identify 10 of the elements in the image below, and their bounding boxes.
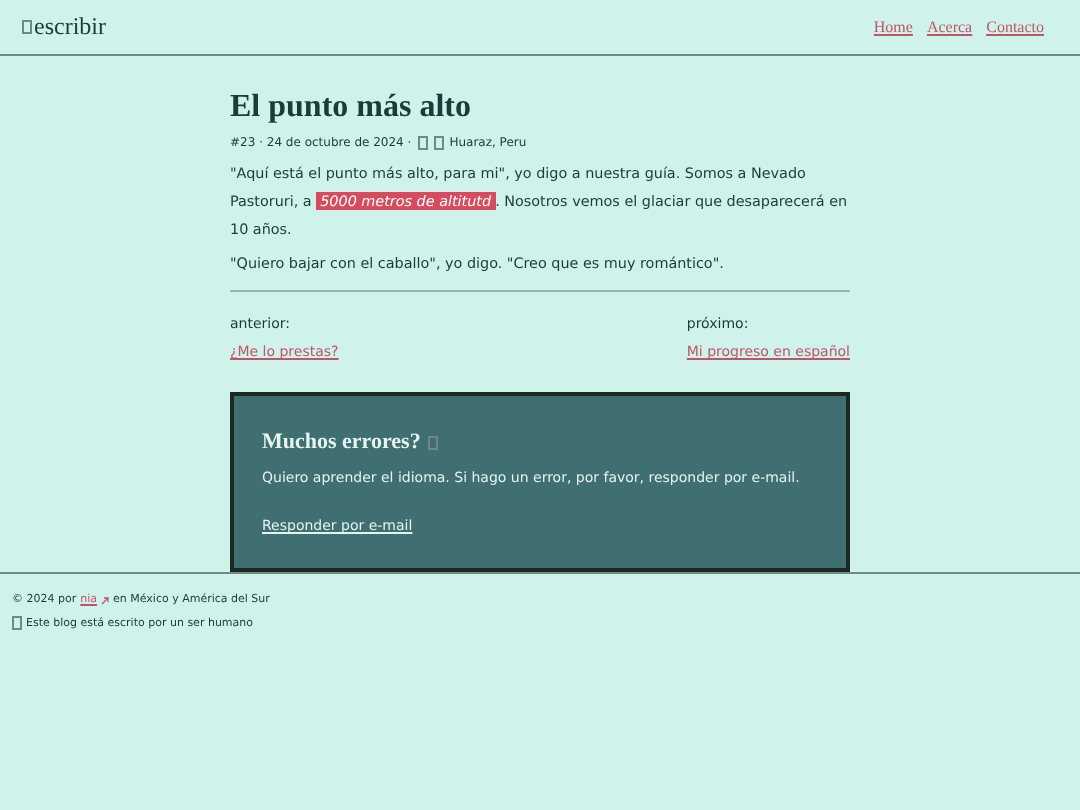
nav-link[interactable]: Contacto <box>986 18 1044 36</box>
nav-link[interactable]: Acerca <box>926 18 973 36</box>
missing-glyph-icon <box>12 616 22 630</box>
card-title: Muchos errores? <box>262 430 421 454</box>
missing-glyph-icon <box>22 20 32 34</box>
nav-link[interactable]: Home <box>873 18 913 36</box>
site-name[interactable]: escribir <box>34 12 106 42</box>
missing-glyph-icon <box>428 435 439 449</box>
post-title: El punto más alto <box>230 90 473 126</box>
external-link-icon <box>99 595 110 605</box>
